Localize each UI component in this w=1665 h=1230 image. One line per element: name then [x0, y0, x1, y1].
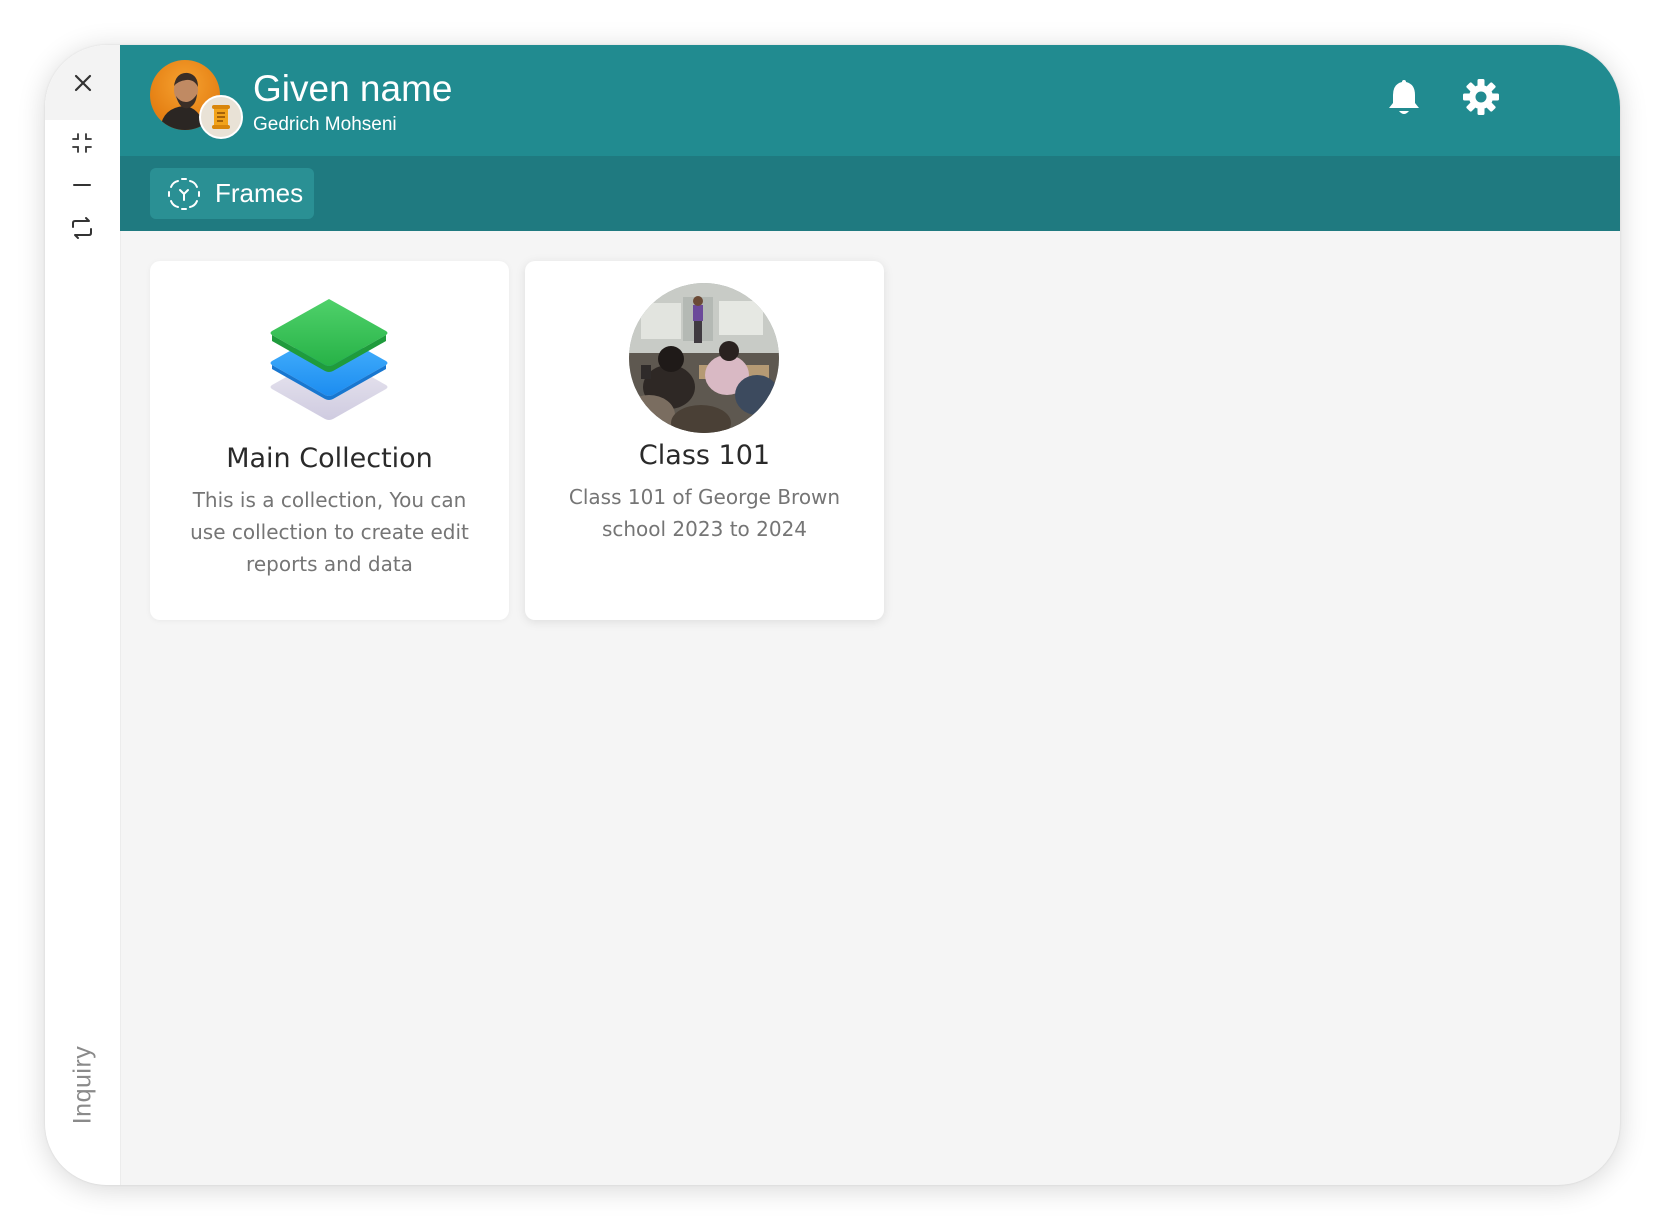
notifications-button[interactable]	[1382, 75, 1426, 119]
frames-button[interactable]: Frames	[150, 168, 314, 219]
frames-label: Frames	[215, 178, 304, 208]
app-header: Given name Gedrich Mohseni	[120, 45, 1620, 156]
avatar-badge	[199, 95, 243, 139]
frames-toolbar: Frames	[120, 156, 1620, 231]
inquiry-tab[interactable]: Inquiry	[69, 1046, 98, 1125]
frame-scan-icon	[164, 174, 204, 214]
close-icon	[74, 74, 91, 91]
minimize-button[interactable]	[62, 165, 102, 205]
collection-card-class-101[interactable]: Class 101 Class 101 of George Brown scho…	[525, 261, 884, 620]
close-button[interactable]	[45, 45, 120, 120]
classroom-photo	[629, 283, 779, 433]
gear-icon	[1463, 79, 1499, 115]
switch-icon	[72, 217, 92, 239]
card-description: Class 101 of George Brown school 2023 to…	[568, 485, 841, 541]
switch-button[interactable]	[62, 208, 102, 248]
app-window: Inquiry Given name Gedrich Mohseni Frame…	[45, 45, 1620, 1185]
minimize-icon	[73, 184, 91, 186]
user-name: Gedrich Mohseni	[253, 114, 397, 135]
settings-button[interactable]	[1459, 75, 1503, 119]
collapse-button[interactable]	[62, 123, 102, 163]
scroll-icon	[212, 105, 230, 129]
bell-icon	[1389, 80, 1419, 114]
layers-icon	[270, 299, 388, 420]
collapse-icon	[72, 133, 92, 153]
card-description: This is a collection, You can use collec…	[190, 488, 469, 576]
collection-card-main[interactable]: Main Collection This is a collection, Yo…	[150, 261, 509, 620]
card-title: Class 101	[638, 440, 771, 471]
given-name-heading: Given name	[253, 68, 453, 109]
side-rail: Inquiry	[45, 45, 121, 1185]
card-title: Main Collection	[226, 443, 433, 474]
